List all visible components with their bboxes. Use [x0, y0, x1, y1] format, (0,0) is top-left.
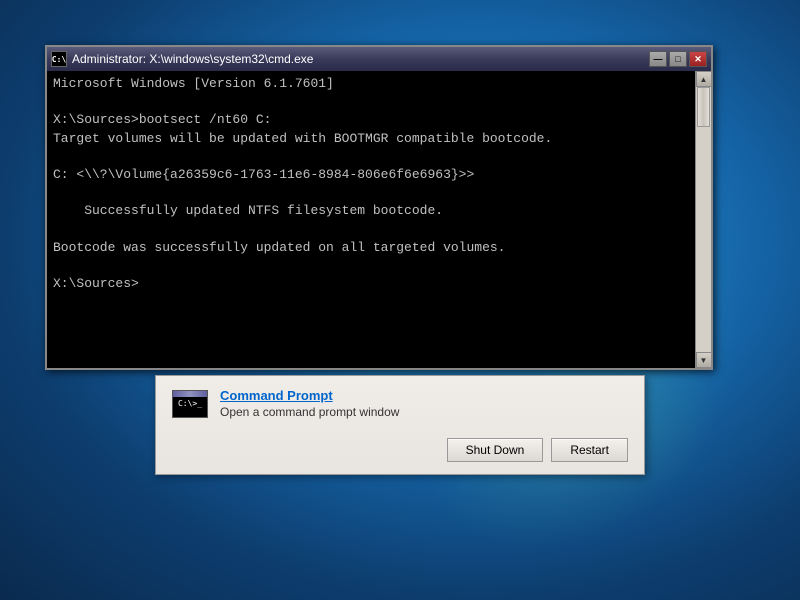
cmd-window: C:\ Administrator: X:\windows\system32\c…	[45, 45, 713, 370]
cmd-content-area: Microsoft Windows [Version 6.1.7601] X:\…	[47, 71, 711, 368]
cmd-output[interactable]: Microsoft Windows [Version 6.1.7601] X:\…	[47, 71, 695, 368]
dialog-text-area: Command Prompt Open a command prompt win…	[220, 388, 399, 419]
cmd-minimize-button[interactable]: —	[649, 51, 667, 67]
dialog-content: C:\>_ Command Prompt Open a command prom…	[172, 388, 628, 419]
scrollbar-thumb[interactable]	[697, 87, 710, 127]
cmd-scrollbar[interactable]: ▲ ▼	[695, 71, 711, 368]
shutdown-button[interactable]: Shut Down	[447, 438, 544, 462]
command-prompt-desc: Open a command prompt window	[220, 405, 399, 419]
command-prompt-link[interactable]: Command Prompt	[220, 388, 399, 403]
cmd-icon-text: C:\	[52, 55, 66, 64]
scrollbar-track[interactable]	[696, 87, 711, 352]
restart-button[interactable]: Restart	[551, 438, 628, 462]
cmd-close-button[interactable]: ✕	[689, 51, 707, 67]
cmd-maximize-button[interactable]: □	[669, 51, 687, 67]
cmd-window-icon: C:\	[51, 51, 67, 67]
icon-inner: C:\>_	[178, 399, 202, 409]
desktop: C:\ Administrator: X:\windows\system32\c…	[0, 0, 800, 600]
dialog-panel: C:\>_ Command Prompt Open a command prom…	[155, 375, 645, 475]
cmd-window-controls: — □ ✕	[649, 51, 707, 67]
cmd-titlebar: C:\ Administrator: X:\windows\system32\c…	[47, 47, 711, 71]
icon-title-bar	[173, 391, 207, 397]
scrollbar-down-arrow[interactable]: ▼	[696, 352, 712, 368]
scrollbar-up-arrow[interactable]: ▲	[696, 71, 712, 87]
cmd-title: Administrator: X:\windows\system32\cmd.e…	[72, 52, 649, 66]
command-prompt-icon: C:\>_	[172, 390, 208, 418]
dialog-buttons: Shut Down Restart	[172, 438, 628, 462]
